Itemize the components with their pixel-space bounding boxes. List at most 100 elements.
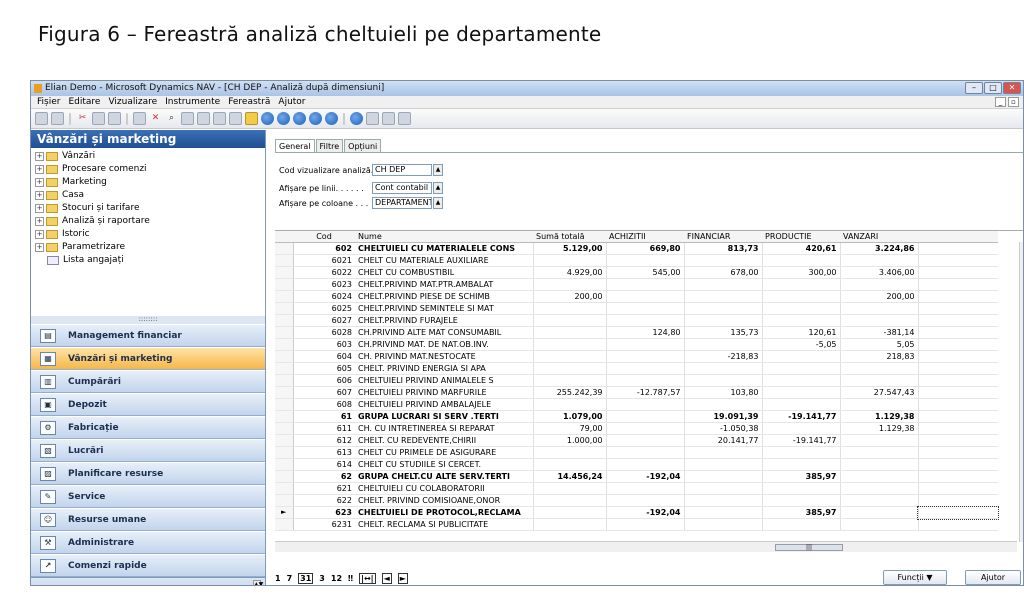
cell-name[interactable]: CH.PRIVIND ALTE MAT CONSUMABIL	[355, 326, 533, 339]
cell-total[interactable]	[532, 398, 606, 411]
cell-productie[interactable]: -19.141,77	[761, 434, 840, 447]
expand-icon[interactable]: +	[35, 191, 44, 200]
previous-period-icon[interactable]: ◄	[381, 572, 392, 584]
tree-item-cash[interactable]: + Casa	[31, 189, 265, 202]
cell-empty[interactable]	[917, 362, 998, 375]
cell-name[interactable]: CHELT.PRIVIND MAT.PTR.AMBALAT	[355, 278, 533, 291]
cell-total[interactable]	[532, 314, 606, 327]
row-selector[interactable]	[275, 338, 294, 351]
cell-total[interactable]	[532, 350, 606, 363]
row-selector[interactable]	[275, 434, 294, 447]
cell-total[interactable]	[532, 446, 606, 459]
expand-icon[interactable]: +	[35, 152, 44, 161]
mdi-restore-icon[interactable]: ▫	[1008, 97, 1019, 107]
cell-achizitii[interactable]	[605, 482, 684, 495]
cell-productie[interactable]: 420,61	[761, 242, 840, 255]
cell-total[interactable]: 5.129,00	[532, 242, 606, 255]
cell-achizitii[interactable]	[605, 290, 684, 303]
cell-productie[interactable]	[761, 482, 840, 495]
cell-vanzari[interactable]: 200,00	[839, 290, 918, 303]
col-header-financiar[interactable]: FINANCIAR	[684, 231, 762, 243]
cell-empty[interactable]	[917, 470, 998, 483]
period-range-icon[interactable]: |↔|	[359, 572, 376, 584]
cell-name[interactable]: CHELT.PRIVIND PIESE DE SCHIMB	[355, 290, 533, 303]
cell-productie[interactable]	[761, 458, 840, 471]
show-rows-input[interactable]: Cont contabil	[372, 182, 432, 194]
cell-vanzari[interactable]	[839, 254, 918, 267]
cell-productie[interactable]	[761, 386, 840, 399]
menu-file[interactable]: Fișier	[37, 96, 60, 108]
cell-vanzari[interactable]	[839, 470, 918, 483]
cell-productie[interactable]: -19.141,77	[761, 410, 840, 423]
cell-financiar[interactable]	[683, 482, 762, 495]
cell-productie[interactable]	[761, 446, 840, 459]
cell-financiar[interactable]: 135,73	[683, 326, 762, 339]
cell-vanzari[interactable]	[839, 398, 918, 411]
row-selector[interactable]	[275, 398, 294, 411]
cell-achizitii[interactable]	[605, 458, 684, 471]
nav-button-service[interactable]: ✎ Service	[31, 485, 265, 508]
cell-total[interactable]	[532, 458, 606, 471]
print-icon[interactable]	[35, 112, 48, 125]
cell-empty[interactable]	[917, 446, 998, 459]
cell-name[interactable]: CHELT CU MATERIALE AUXILIARE	[355, 254, 533, 267]
cell-empty[interactable]	[917, 434, 998, 447]
cell-empty[interactable]	[917, 314, 998, 327]
cell-vanzari[interactable]	[839, 278, 918, 291]
cell-achizitii[interactable]	[605, 422, 684, 435]
cell-financiar[interactable]: -218,83	[683, 350, 762, 363]
cell-empty[interactable]	[917, 398, 998, 411]
table-row[interactable]: 608 CHELTUIELI PRIVIND AMBALAJELE	[275, 398, 998, 411]
cell-empty[interactable]	[917, 410, 998, 423]
cell-total[interactable]	[532, 278, 606, 291]
maximize-button[interactable]: □	[984, 82, 1002, 94]
tree-item-analysis-reporting[interactable]: + Analiză și raportare	[31, 215, 265, 228]
cell-code[interactable]: 614	[293, 458, 355, 471]
table-row[interactable]: ► 623 CHELTUIELI DE PROTOCOL,RECLAMA -192,0…	[275, 505, 999, 520]
close-button[interactable]: ✕	[1003, 82, 1021, 94]
row-selector[interactable]	[275, 446, 294, 459]
cell-achizitii[interactable]: -12.787,57	[605, 386, 684, 399]
cell-productie[interactable]	[761, 314, 840, 327]
row-selector[interactable]	[275, 362, 294, 375]
cell-name[interactable]: CHELTUIELI CU COLABORATORII	[355, 482, 533, 495]
cell-financiar[interactable]	[683, 494, 762, 507]
cell-code[interactable]: 604	[293, 350, 355, 363]
cell-total[interactable]: 14.456,24	[532, 470, 606, 483]
table-row[interactable]: 611 CH. CU INTRETINEREA SI REPARAT 79,00 -1…	[275, 422, 998, 435]
cell-achizitii[interactable]	[605, 302, 684, 315]
cell-financiar[interactable]	[683, 470, 762, 483]
cell-code[interactable]: 608	[293, 398, 355, 411]
col-header-name[interactable]: Nume	[355, 231, 533, 243]
cell-financiar[interactable]: 678,00	[683, 266, 762, 279]
table-row[interactable]: 6028 CH.PRIVIND ALTE MAT CONSUMABIL 124,80…	[275, 326, 998, 339]
cell-vanzari[interactable]: 27.547,43	[839, 386, 918, 399]
cell-total[interactable]	[532, 518, 606, 531]
navigate-icon[interactable]	[350, 112, 363, 125]
cell-productie[interactable]	[761, 350, 840, 363]
cell-name[interactable]: CHELTUIELI PRIVIND MARFURILE	[355, 386, 533, 399]
cell-productie[interactable]	[761, 290, 840, 303]
row-selector[interactable]	[275, 326, 294, 339]
cell-achizitii[interactable]	[605, 434, 684, 447]
find-icon[interactable]: ⌕	[165, 112, 178, 125]
cell-financiar[interactable]	[683, 506, 762, 519]
help-button[interactable]: Ajutor	[965, 570, 1021, 585]
row-selector[interactable]	[275, 422, 294, 435]
cell-financiar[interactable]	[683, 290, 762, 303]
cell-financiar[interactable]	[683, 518, 762, 531]
cell-financiar[interactable]	[683, 458, 762, 471]
page-number[interactable]: 3	[319, 574, 325, 583]
page-number[interactable]: 12	[331, 574, 342, 583]
cell-code[interactable]: 607	[293, 386, 355, 399]
cell-productie[interactable]	[761, 278, 840, 291]
cell-total[interactable]	[532, 326, 606, 339]
cell-achizitii[interactable]	[605, 362, 684, 375]
cell-total[interactable]: 79,00	[532, 422, 606, 435]
cell-vanzari[interactable]: -381,14	[839, 326, 918, 339]
cell-achizitii[interactable]	[605, 398, 684, 411]
cell-productie[interactable]	[761, 422, 840, 435]
field-filter-icon[interactable]	[197, 112, 210, 125]
tree-item-setup[interactable]: + Parametrizare	[31, 241, 265, 254]
col-header-code[interactable]: Cod	[293, 231, 355, 243]
